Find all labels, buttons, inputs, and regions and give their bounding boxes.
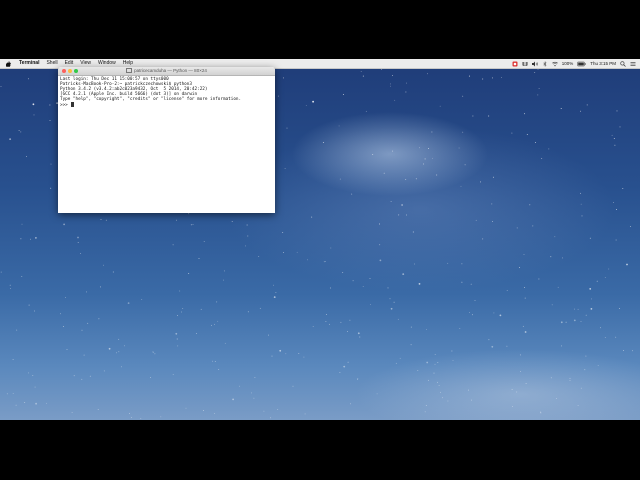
battery-percent: 100% [561,61,574,66]
bluetooth-icon[interactable] [542,60,548,67]
battery-icon[interactable] [577,61,586,67]
window-title: patricecamduha — Python — 80×24 [58,67,275,75]
wifi-icon[interactable] [551,61,558,67]
list-icon[interactable] [630,61,636,67]
terminal-output[interactable]: Last login: Thu Dec 11 15:00:57 on ttys0… [58,76,275,109]
terminal-line: Type "help", "copyright", "credits" or "… [60,97,242,102]
terminal-window[interactable]: patricecamduha — Python — 80×24 Last log… [58,67,275,213]
text-cursor [71,102,74,107]
volume-icon[interactable] [531,61,538,67]
search-icon[interactable] [620,60,626,67]
folder-icon [126,68,133,74]
menu-app-terminal[interactable]: Terminal [19,59,39,68]
desktop: Terminal Shell Edit View Window Help 100… [0,59,640,420]
dropbox-icon[interactable] [521,61,528,67]
apple-icon[interactable] [6,60,11,67]
terminal-titlebar[interactable]: patricecamduha — Python — 80×24 [58,67,275,76]
python-prompt: >>> [60,103,71,108]
recording-icon[interactable] [512,61,518,67]
menu-shell[interactable]: Shell [46,59,57,68]
terminal-prompt-line[interactable]: >>> [60,102,273,108]
menubar-clock[interactable]: Thu 3:15 PM [590,61,616,66]
window-title-text: patricecamduha — Python — 80×24 [134,68,207,73]
status-area: 100% Thu 3:15 PM [512,59,636,68]
